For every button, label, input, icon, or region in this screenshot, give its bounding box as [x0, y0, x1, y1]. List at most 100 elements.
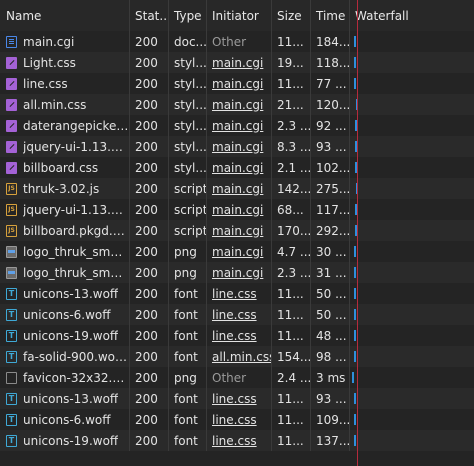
- script-icon: JS: [6, 224, 17, 237]
- initiator-link[interactable]: main.cgi: [212, 245, 263, 259]
- name-cell[interactable]: JS jquery-ui-1.13.1.c...: [0, 199, 130, 220]
- time-cell: 98 ...: [311, 346, 350, 367]
- initiator-link[interactable]: main.cgi: [212, 77, 263, 91]
- request-name[interactable]: unicons-13.woff: [23, 287, 118, 301]
- request-name[interactable]: line.css: [23, 77, 68, 91]
- name-cell[interactable]: JS billboard.pkgd.m...: [0, 220, 130, 241]
- table-row[interactable]: JS thruk-3.02.js 200 script main.cgi 142... 27…: [0, 178, 474, 199]
- table-row[interactable]: Tunicons-6.woff 200 font line.css 11... 109..…: [0, 409, 474, 430]
- time-cell: 93 ...: [311, 388, 350, 409]
- initiator-link[interactable]: main.cgi: [212, 161, 263, 175]
- column-header-type[interactable]: Type: [169, 0, 207, 31]
- table-row[interactable]: logo_thruk_small... 200 png main.cgi 4.7 ...…: [0, 241, 474, 262]
- request-name[interactable]: logo_thruk_small...: [23, 245, 129, 259]
- initiator-link[interactable]: line.css: [212, 329, 257, 343]
- table-row[interactable]: main.cgi 200 doc... Other 11... 184...: [0, 31, 474, 52]
- name-cell[interactable]: jquery-ui-1.13.1.c...: [0, 136, 130, 157]
- initiator-link[interactable]: main.cgi: [212, 203, 263, 217]
- type-cell: font: [169, 346, 207, 367]
- table-row[interactable]: Tunicons-13.woff 200 font line.css 11... 93 .…: [0, 388, 474, 409]
- request-name[interactable]: jquery-ui-1.13.1.c...: [23, 203, 129, 217]
- name-cell[interactable]: Tunicons-6.woff: [0, 409, 130, 430]
- table-row[interactable]: logo_thruk_small... 200 png main.cgi 2.3 ...…: [0, 262, 474, 283]
- name-cell[interactable]: JS thruk-3.02.js: [0, 178, 130, 199]
- initiator-link[interactable]: main.cgi: [212, 98, 263, 112]
- request-name[interactable]: logo_thruk_small...: [23, 266, 129, 280]
- name-cell[interactable]: all.min.css: [0, 94, 130, 115]
- request-name[interactable]: thruk-3.02.js: [23, 182, 99, 196]
- request-name[interactable]: favicon-32x32.png: [23, 371, 129, 385]
- name-cell[interactable]: line.css: [0, 73, 130, 94]
- request-name[interactable]: daterangepicker....: [23, 119, 129, 133]
- name-cell[interactable]: Tunicons-13.woff: [0, 388, 130, 409]
- column-header-waterfall[interactable]: Waterfall: [350, 0, 474, 31]
- name-cell[interactable]: Light.css: [0, 52, 130, 73]
- name-cell[interactable]: Tunicons-19.woff: [0, 430, 130, 451]
- request-name[interactable]: all.min.css: [23, 98, 86, 112]
- request-name[interactable]: main.cgi: [23, 35, 74, 49]
- request-name[interactable]: fa-solid-900.woff2: [23, 350, 129, 364]
- initiator-link[interactable]: main.cgi: [212, 182, 263, 196]
- status-cell: 200: [130, 73, 169, 94]
- status-cell: 200: [130, 94, 169, 115]
- initiator-link[interactable]: line.css: [212, 308, 257, 322]
- table-row[interactable]: Tfa-solid-900.woff2 200 font all.min.css 154…: [0, 346, 474, 367]
- table-row[interactable]: favicon-32x32.png 200 png Other 2.4 ... 3 ms: [0, 367, 474, 388]
- name-cell[interactable]: logo_thruk_small...: [0, 241, 130, 262]
- initiator-link[interactable]: main.cgi: [212, 56, 263, 70]
- table-row[interactable]: Light.css 200 styl... main.cgi 19... 118...: [0, 52, 474, 73]
- initiator-link[interactable]: all.min.css: [212, 350, 271, 364]
- table-row[interactable]: jquery-ui-1.13.1.c... 200 styl... main.cgi 8…: [0, 136, 474, 157]
- initiator-link[interactable]: main.cgi: [212, 224, 263, 238]
- request-name[interactable]: unicons-19.woff: [23, 434, 118, 448]
- initiator-link[interactable]: main.cgi: [212, 140, 263, 154]
- table-row[interactable]: all.min.css 200 styl... main.cgi 21... 120...: [0, 94, 474, 115]
- initiator-link[interactable]: line.css: [212, 434, 257, 448]
- font-icon: T: [6, 308, 17, 321]
- table-row[interactable]: Tunicons-19.woff 200 font line.css 11... 48 .…: [0, 325, 474, 346]
- name-cell[interactable]: Tunicons-19.woff: [0, 325, 130, 346]
- font-icon: T: [6, 350, 17, 363]
- request-name[interactable]: unicons-6.woff: [23, 308, 111, 322]
- column-header-size[interactable]: Size: [272, 0, 311, 31]
- name-cell[interactable]: main.cgi: [0, 31, 130, 52]
- column-header-time[interactable]: Time: [311, 0, 350, 31]
- initiator-link[interactable]: main.cgi: [212, 119, 263, 133]
- initiator-link[interactable]: line.css: [212, 413, 257, 427]
- request-name[interactable]: Light.css: [23, 56, 76, 70]
- status-cell: 200: [130, 283, 169, 304]
- request-name[interactable]: unicons-19.woff: [23, 329, 118, 343]
- table-row[interactable]: Tunicons-19.woff 200 font line.css 11... 137.…: [0, 430, 474, 451]
- status-cell: 200: [130, 388, 169, 409]
- table-row[interactable]: billboard.css 200 styl... main.cgi 2.1 ... 10…: [0, 157, 474, 178]
- table-row[interactable]: line.css 200 styl... main.cgi 11... 77 ...: [0, 73, 474, 94]
- column-header-status[interactable]: Stat...: [130, 0, 169, 31]
- table-row[interactable]: daterangepicker.... 200 styl... main.cgi 2.3…: [0, 115, 474, 136]
- table-row[interactable]: JS jquery-ui-1.13.1.c... 200 script main.cgi…: [0, 199, 474, 220]
- initiator-link[interactable]: line.css: [212, 392, 257, 406]
- table-row[interactable]: Tunicons-13.woff 200 font line.css 11... 50 .…: [0, 283, 474, 304]
- initiator-link[interactable]: line.css: [212, 287, 257, 301]
- type-cell: script: [169, 199, 207, 220]
- request-name[interactable]: unicons-6.woff: [23, 413, 111, 427]
- column-header-initiator[interactable]: Initiator: [207, 0, 272, 31]
- type-cell: png: [169, 367, 207, 388]
- name-cell[interactable]: Tfa-solid-900.woff2: [0, 346, 130, 367]
- initiator-link[interactable]: main.cgi: [212, 266, 263, 280]
- request-name[interactable]: jquery-ui-1.13.1.c...: [23, 140, 129, 154]
- name-cell[interactable]: Tunicons-13.woff: [0, 283, 130, 304]
- type-cell: font: [169, 388, 207, 409]
- request-name[interactable]: billboard.pkgd.m...: [23, 224, 129, 238]
- request-name[interactable]: billboard.css: [23, 161, 98, 175]
- table-row[interactable]: JS billboard.pkgd.m... 200 script main.cgi 17…: [0, 220, 474, 241]
- name-cell[interactable]: Tunicons-6.woff: [0, 304, 130, 325]
- name-cell[interactable]: favicon-32x32.png: [0, 367, 130, 388]
- name-cell[interactable]: billboard.css: [0, 157, 130, 178]
- time-cell: 92 ...: [311, 115, 350, 136]
- waterfall-cell: [350, 325, 474, 346]
- table-row[interactable]: Tunicons-6.woff 200 font line.css 11... 50 ..…: [0, 304, 474, 325]
- column-header-name[interactable]: Name: [0, 0, 130, 31]
- request-name[interactable]: unicons-13.woff: [23, 392, 118, 406]
- name-cell[interactable]: logo_thruk_small...: [0, 262, 130, 283]
- name-cell[interactable]: daterangepicker....: [0, 115, 130, 136]
